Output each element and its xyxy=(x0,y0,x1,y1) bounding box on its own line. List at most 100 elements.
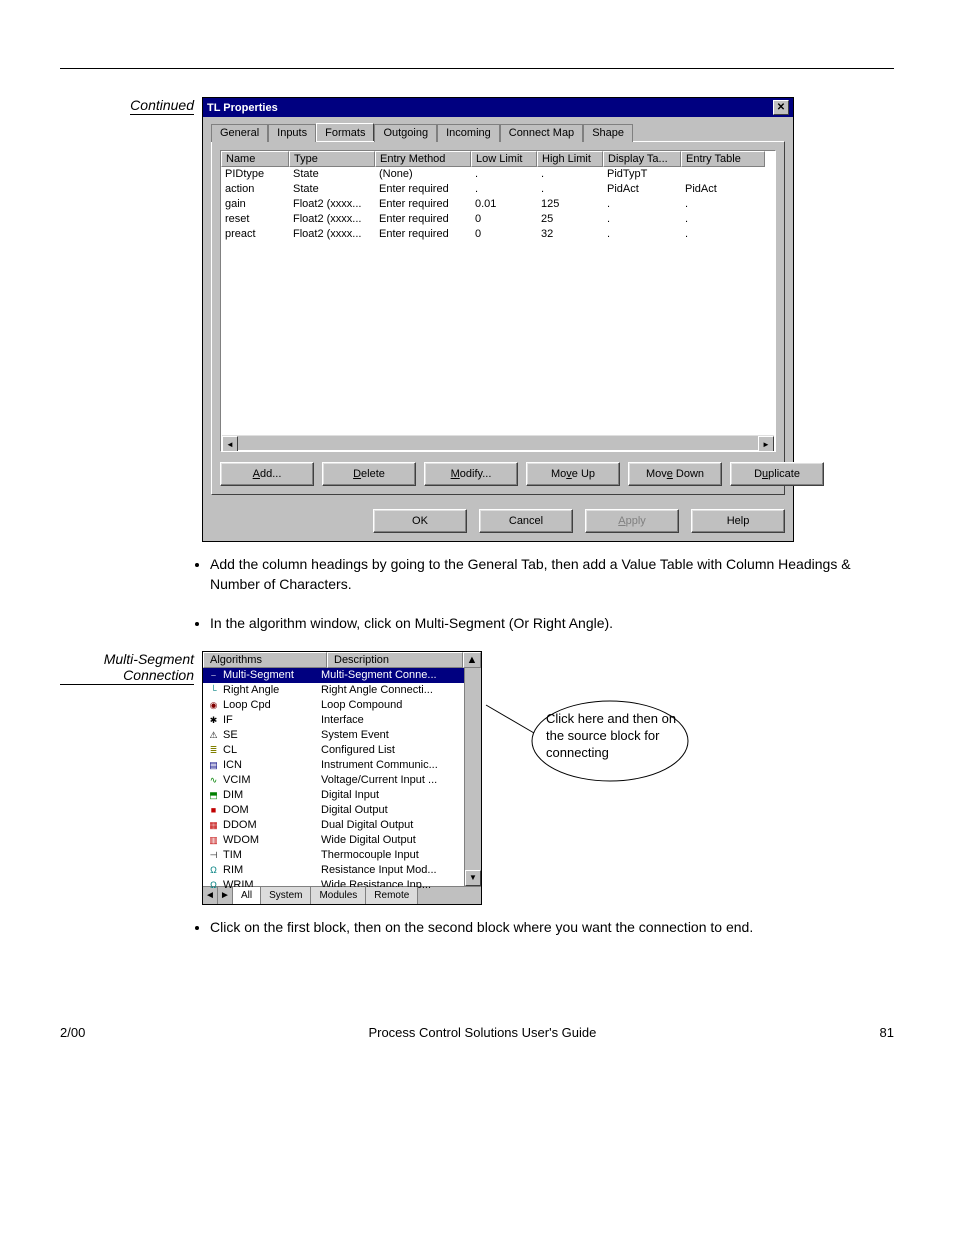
list-item[interactable]: ∿VCIMVoltage/Current Input ... xyxy=(203,773,464,788)
table-row[interactable]: actionStateEnter required..PidActPidAct xyxy=(221,182,775,197)
algo-name: Right Angle xyxy=(223,683,279,698)
cell-etab: . xyxy=(681,197,765,212)
scroll-left-icon[interactable]: ◄ xyxy=(222,436,238,452)
list-item[interactable]: ✱IFInterface xyxy=(203,713,464,728)
cell-name: reset xyxy=(221,212,289,227)
modify-button[interactable]: Modify... xyxy=(424,462,518,486)
cell-low: 0 xyxy=(471,212,537,227)
list-item[interactable]: └Right AngleRight Angle Connecti... xyxy=(203,683,464,698)
cell-type: Float2 (xxxx... xyxy=(289,212,375,227)
tab-inputs[interactable]: Inputs xyxy=(268,124,316,142)
cell-name: preact xyxy=(221,227,289,242)
callout: Click here and then on the source block … xyxy=(500,693,700,806)
col-low[interactable]: Low Limit xyxy=(471,151,537,167)
close-icon[interactable]: ✕ xyxy=(773,100,789,115)
algo-tab-remote[interactable]: Remote xyxy=(366,887,418,904)
tab-outgoing[interactable]: Outgoing xyxy=(374,124,437,142)
list-item[interactable]: ⎯Multi-SegmentMulti-Segment Conne... xyxy=(203,668,464,683)
cell-type: Float2 (xxxx... xyxy=(289,197,375,212)
list-item[interactable]: ≣CLConfigured List xyxy=(203,743,464,758)
col-name[interactable]: Name xyxy=(221,151,289,167)
formats-listview[interactable]: Name Type Entry Method Low Limit High Li… xyxy=(220,150,776,452)
cell-entry: Enter required xyxy=(375,182,471,197)
add-button[interactable]: Add... xyxy=(220,462,314,486)
scroll-right-icon[interactable]: ► xyxy=(758,436,774,452)
algo-name: WDOM xyxy=(223,833,259,848)
ok-button[interactable]: OK xyxy=(373,509,467,533)
list-item[interactable]: ⬒DIMDigital Input xyxy=(203,788,464,803)
algo-col-description[interactable]: Description xyxy=(327,652,463,668)
cell-type: State xyxy=(289,167,375,182)
tab-incoming[interactable]: Incoming xyxy=(437,124,500,142)
moveup-button[interactable]: Move Up xyxy=(526,462,620,486)
algo-tab-modules[interactable]: Modules xyxy=(311,887,366,904)
list-item[interactable]: ◉Loop CpdLoop Compound xyxy=(203,698,464,713)
cell-high: 25 xyxy=(537,212,603,227)
wdom-icon: ▥ xyxy=(207,834,220,847)
cell-high: 125 xyxy=(537,197,603,212)
dom-icon: ■ xyxy=(207,804,220,817)
cell-etab xyxy=(681,167,765,182)
cell-disp: PidTypT xyxy=(603,167,681,182)
algo-col-algorithms[interactable]: Algorithms xyxy=(203,652,327,668)
footer-right: 81 xyxy=(880,1025,894,1040)
tab-nav-right-icon[interactable]: ► xyxy=(218,887,233,904)
listview-hscroll[interactable]: ◄ ► xyxy=(222,435,774,450)
table-row[interactable]: gainFloat2 (xxxx...Enter required0.01125… xyxy=(221,197,775,212)
list-item[interactable]: ▤ICNInstrument Communic... xyxy=(203,758,464,773)
cell-disp: . xyxy=(603,227,681,242)
cell-etab: PidAct xyxy=(681,182,765,197)
tab-nav-left-icon[interactable]: ◄ xyxy=(203,887,218,904)
algo-name: TIM xyxy=(223,848,242,863)
help-button[interactable]: Help xyxy=(691,509,785,533)
cell-low: . xyxy=(471,167,537,182)
algo-tab-all[interactable]: All xyxy=(233,887,261,904)
instruction-bullet: Click on the first block, then on the se… xyxy=(210,917,894,937)
algo-name: Multi-Segment xyxy=(223,668,294,683)
callout-text: Click here and then on the source block … xyxy=(546,711,696,762)
algo-tab-system[interactable]: System xyxy=(261,887,311,904)
rim-icon: Ω xyxy=(207,864,220,877)
col-entry[interactable]: Entry Method xyxy=(375,151,471,167)
scroll-up-icon[interactable]: ▲ xyxy=(463,652,481,668)
list-item[interactable]: ▥WDOMWide Digital Output xyxy=(203,833,464,848)
algo-desc: Dual Digital Output xyxy=(317,818,464,833)
listview-header: Name Type Entry Method Low Limit High Li… xyxy=(221,151,775,167)
tab-formats[interactable]: Formats xyxy=(316,123,374,141)
list-item[interactable]: ■DOMDigital Output xyxy=(203,803,464,818)
cancel-button[interactable]: Cancel xyxy=(479,509,573,533)
delete-button[interactable]: Delete xyxy=(322,462,416,486)
list-item[interactable]: ▦DDOMDual Digital Output xyxy=(203,818,464,833)
scroll-down-icon[interactable]: ▼ xyxy=(465,870,481,886)
table-row[interactable]: preactFloat2 (xxxx...Enter required032.. xyxy=(221,227,775,242)
cell-entry: Enter required xyxy=(375,197,471,212)
dialog-title: TL Properties xyxy=(207,102,278,114)
table-row[interactable]: PIDtypeState(None)..PidTypT xyxy=(221,167,775,182)
dim-icon: ⬒ xyxy=(207,789,220,802)
algorithms-list[interactable]: Algorithms Description ▲ ⎯Multi-SegmentM… xyxy=(202,651,482,905)
col-high[interactable]: High Limit xyxy=(537,151,603,167)
cell-high: 32 xyxy=(537,227,603,242)
alarm-icon: ⚠ xyxy=(207,729,220,742)
duplicate-button[interactable]: Duplicate xyxy=(730,462,824,486)
section-label-continued: Continued xyxy=(130,97,194,115)
table-row[interactable]: resetFloat2 (xxxx...Enter required025.. xyxy=(221,212,775,227)
tab-shape[interactable]: Shape xyxy=(583,124,633,142)
cell-high: . xyxy=(537,182,603,197)
list-item[interactable]: ⊣TIMThermocouple Input xyxy=(203,848,464,863)
tim-icon: ⊣ xyxy=(207,849,220,862)
list-item[interactable]: ⚠SESystem Event xyxy=(203,728,464,743)
movedown-button[interactable]: Move Down xyxy=(628,462,722,486)
tab-connect-map[interactable]: Connect Map xyxy=(500,124,583,142)
col-type[interactable]: Type xyxy=(289,151,375,167)
algo-vscroll[interactable]: ▼ xyxy=(464,668,481,886)
cell-high: . xyxy=(537,167,603,182)
cell-type: State xyxy=(289,182,375,197)
col-disp[interactable]: Display Ta... xyxy=(603,151,681,167)
list-item[interactable]: ΩRIMResistance Input Mod... xyxy=(203,863,464,878)
tab-general[interactable]: General xyxy=(211,124,268,142)
col-etab[interactable]: Entry Table xyxy=(681,151,765,167)
cell-low: 0 xyxy=(471,227,537,242)
apply-button[interactable]: Apply xyxy=(585,509,679,533)
cell-low: . xyxy=(471,182,537,197)
